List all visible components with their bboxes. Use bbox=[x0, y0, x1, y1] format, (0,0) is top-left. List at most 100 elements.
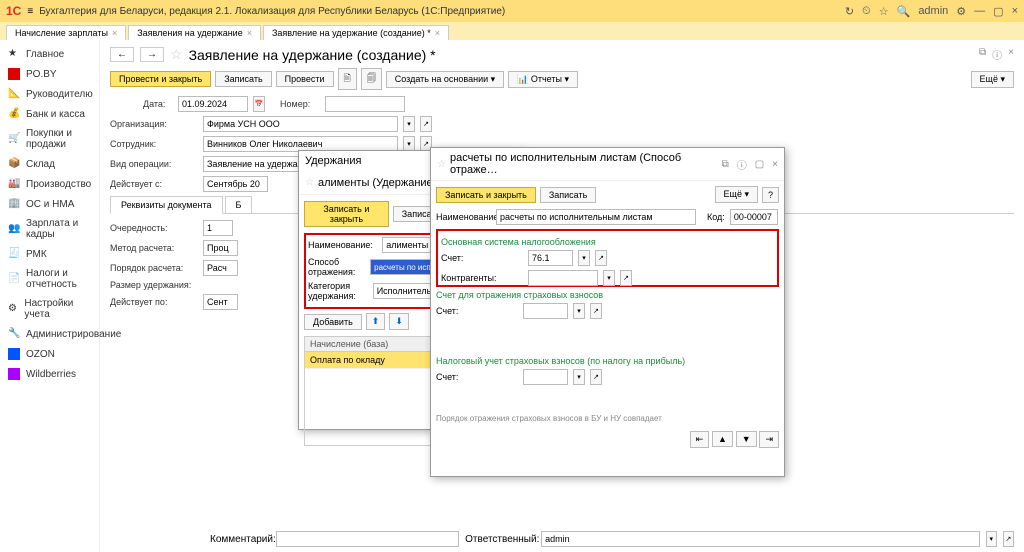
acc-input[interactable] bbox=[528, 250, 573, 266]
open-icon[interactable]: ↗ bbox=[420, 116, 432, 132]
tab-0[interactable]: Начисление зарплаты× bbox=[6, 25, 126, 40]
dropdown-icon[interactable]: ▾ bbox=[578, 250, 590, 266]
eff-input[interactable] bbox=[203, 176, 268, 192]
save-button[interactable]: Записать bbox=[540, 187, 596, 203]
dropdown-icon[interactable]: ▾ bbox=[603, 270, 615, 286]
side-settings[interactable]: ⚙Настройки учета bbox=[0, 294, 99, 324]
date-input[interactable] bbox=[178, 96, 248, 112]
gear-icon: ⚙ bbox=[8, 303, 18, 315]
side-main[interactable]: ★Главное bbox=[0, 44, 99, 64]
calc-input[interactable] bbox=[203, 260, 238, 276]
dropdown-icon[interactable]: ▾ bbox=[573, 303, 585, 319]
help-icon[interactable]: ⓘ bbox=[992, 47, 1002, 62]
close-icon[interactable]: × bbox=[772, 159, 778, 170]
tab-1[interactable]: Заявления на удержание× bbox=[128, 25, 261, 40]
side-wb[interactable]: Wildberries bbox=[0, 364, 99, 384]
dropdown-icon[interactable]: ▾ bbox=[403, 116, 415, 132]
close-icon[interactable]: × bbox=[1008, 47, 1014, 62]
nav-up-icon[interactable]: ▲ bbox=[712, 431, 733, 447]
side-poby[interactable]: PO.BY bbox=[0, 64, 99, 84]
history-icon[interactable]: ↻ bbox=[845, 5, 854, 18]
open-icon[interactable]: ↗ bbox=[590, 303, 602, 319]
side-tax[interactable]: 📄Налоги и отчетность bbox=[0, 264, 99, 294]
prio-input[interactable] bbox=[203, 220, 233, 236]
date-picker-icon[interactable]: 📅 bbox=[253, 96, 265, 112]
close-icon[interactable]: × bbox=[1012, 5, 1018, 17]
open-icon[interactable]: ↗ bbox=[1003, 531, 1014, 547]
post-button[interactable]: Провести bbox=[276, 71, 334, 87]
acc-input2[interactable] bbox=[523, 303, 568, 319]
dropdown-icon[interactable]: ▾ bbox=[573, 369, 585, 385]
side-salary[interactable]: 👥Зарплата и кадры bbox=[0, 214, 99, 244]
dt2-icon[interactable]: 🗐 bbox=[361, 68, 382, 90]
tab-close-icon[interactable]: × bbox=[435, 28, 440, 38]
tab-requisites[interactable]: Реквизиты документа bbox=[110, 196, 223, 214]
side-stock[interactable]: 📦Склад bbox=[0, 154, 99, 174]
star-icon[interactable]: ☆ bbox=[170, 46, 183, 63]
factory-icon: 🏭 bbox=[8, 178, 20, 190]
emp-label: Сотрудник: bbox=[110, 139, 198, 149]
minimize-icon[interactable]: — bbox=[974, 5, 985, 17]
op-label: Вид операции: bbox=[110, 159, 198, 169]
link-icon[interactable]: ⧉ bbox=[979, 47, 986, 62]
create-based-button[interactable]: Создать на основании ▾ bbox=[386, 71, 504, 88]
bell-icon[interactable]: ⏲ bbox=[862, 5, 871, 18]
contr-label: Контрагенты: bbox=[441, 273, 523, 283]
org-input[interactable] bbox=[203, 116, 398, 132]
side-boss[interactable]: 📐Руководителю bbox=[0, 84, 99, 104]
star-icon[interactable]: ☆ bbox=[879, 5, 889, 18]
save-close-button[interactable]: Записать и закрыть bbox=[304, 201, 389, 227]
maximize-icon[interactable]: ▢ bbox=[755, 159, 764, 170]
prio-label: Очередность: bbox=[110, 223, 198, 233]
open-icon[interactable]: ↗ bbox=[590, 369, 602, 385]
open-icon[interactable]: ↗ bbox=[620, 270, 632, 286]
dt-icon[interactable]: 🗎 bbox=[338, 68, 357, 90]
side-os[interactable]: 🏢ОС и НМА bbox=[0, 194, 99, 214]
help-icon[interactable]: ⓘ bbox=[737, 157, 747, 172]
add-button[interactable]: Добавить bbox=[304, 314, 362, 330]
side-admin[interactable]: 🔧Администрирование bbox=[0, 324, 99, 344]
menu-icon[interactable]: ≡ bbox=[27, 6, 33, 17]
user-label[interactable]: admin bbox=[918, 5, 948, 17]
save-close-button[interactable]: Записать и закрыть bbox=[436, 187, 536, 203]
post-close-button[interactable]: Провести и закрыть bbox=[110, 71, 211, 87]
side-rmk[interactable]: 🧾РМК bbox=[0, 244, 99, 264]
acc-input3[interactable] bbox=[523, 369, 568, 385]
maximize-icon[interactable]: ▢ bbox=[993, 5, 1003, 18]
side-bank[interactable]: 💰Банк и касса bbox=[0, 104, 99, 124]
side-sales[interactable]: 🛒Покупки и продажи bbox=[0, 124, 99, 154]
dropdown-icon[interactable]: ▾ bbox=[986, 531, 997, 547]
tab-close-icon[interactable]: × bbox=[247, 28, 252, 38]
tab-2[interactable]: Заявление на удержание (создание) *× bbox=[263, 25, 449, 40]
help-button[interactable]: ? bbox=[762, 187, 779, 203]
name-input[interactable] bbox=[496, 209, 696, 225]
link-icon[interactable]: ⧉ bbox=[722, 159, 729, 170]
down-icon[interactable]: ⬇ bbox=[389, 313, 409, 330]
nav-down-icon[interactable]: ▼ bbox=[736, 431, 757, 447]
code-input[interactable] bbox=[730, 209, 778, 225]
side-prod[interactable]: 🏭Производство bbox=[0, 174, 99, 194]
num-input[interactable] bbox=[325, 96, 405, 112]
tab-b[interactable]: Б bbox=[225, 196, 253, 213]
method-input[interactable] bbox=[203, 240, 238, 256]
search-icon[interactable]: 🔍 bbox=[897, 5, 911, 18]
reports-button[interactable]: 📊 Отчеты ▾ bbox=[508, 71, 578, 88]
write-button[interactable]: Записать bbox=[215, 71, 271, 87]
contr-input[interactable] bbox=[528, 270, 598, 286]
nav-last-icon[interactable]: ⇥ bbox=[759, 431, 779, 448]
tab-close-icon[interactable]: × bbox=[112, 28, 117, 38]
settings-icon[interactable]: ⚙ bbox=[956, 5, 966, 18]
forward-button[interactable]: → bbox=[140, 47, 164, 62]
resp-input[interactable] bbox=[541, 531, 980, 547]
star-icon[interactable]: ☆ bbox=[437, 159, 446, 170]
comment-input[interactable] bbox=[276, 531, 459, 547]
side-ozon[interactable]: OZON bbox=[0, 344, 99, 364]
back-button[interactable]: ← bbox=[110, 47, 134, 62]
nav-first-icon[interactable]: ⇤ bbox=[690, 431, 710, 448]
star-icon[interactable]: ☆ bbox=[305, 177, 314, 188]
up-icon[interactable]: ⬆ bbox=[366, 313, 386, 330]
open-icon[interactable]: ↗ bbox=[595, 250, 607, 266]
more-button[interactable]: Ещё ▾ bbox=[715, 186, 758, 203]
until-input[interactable] bbox=[203, 294, 238, 310]
more-button[interactable]: Ещё ▾ bbox=[971, 71, 1014, 88]
